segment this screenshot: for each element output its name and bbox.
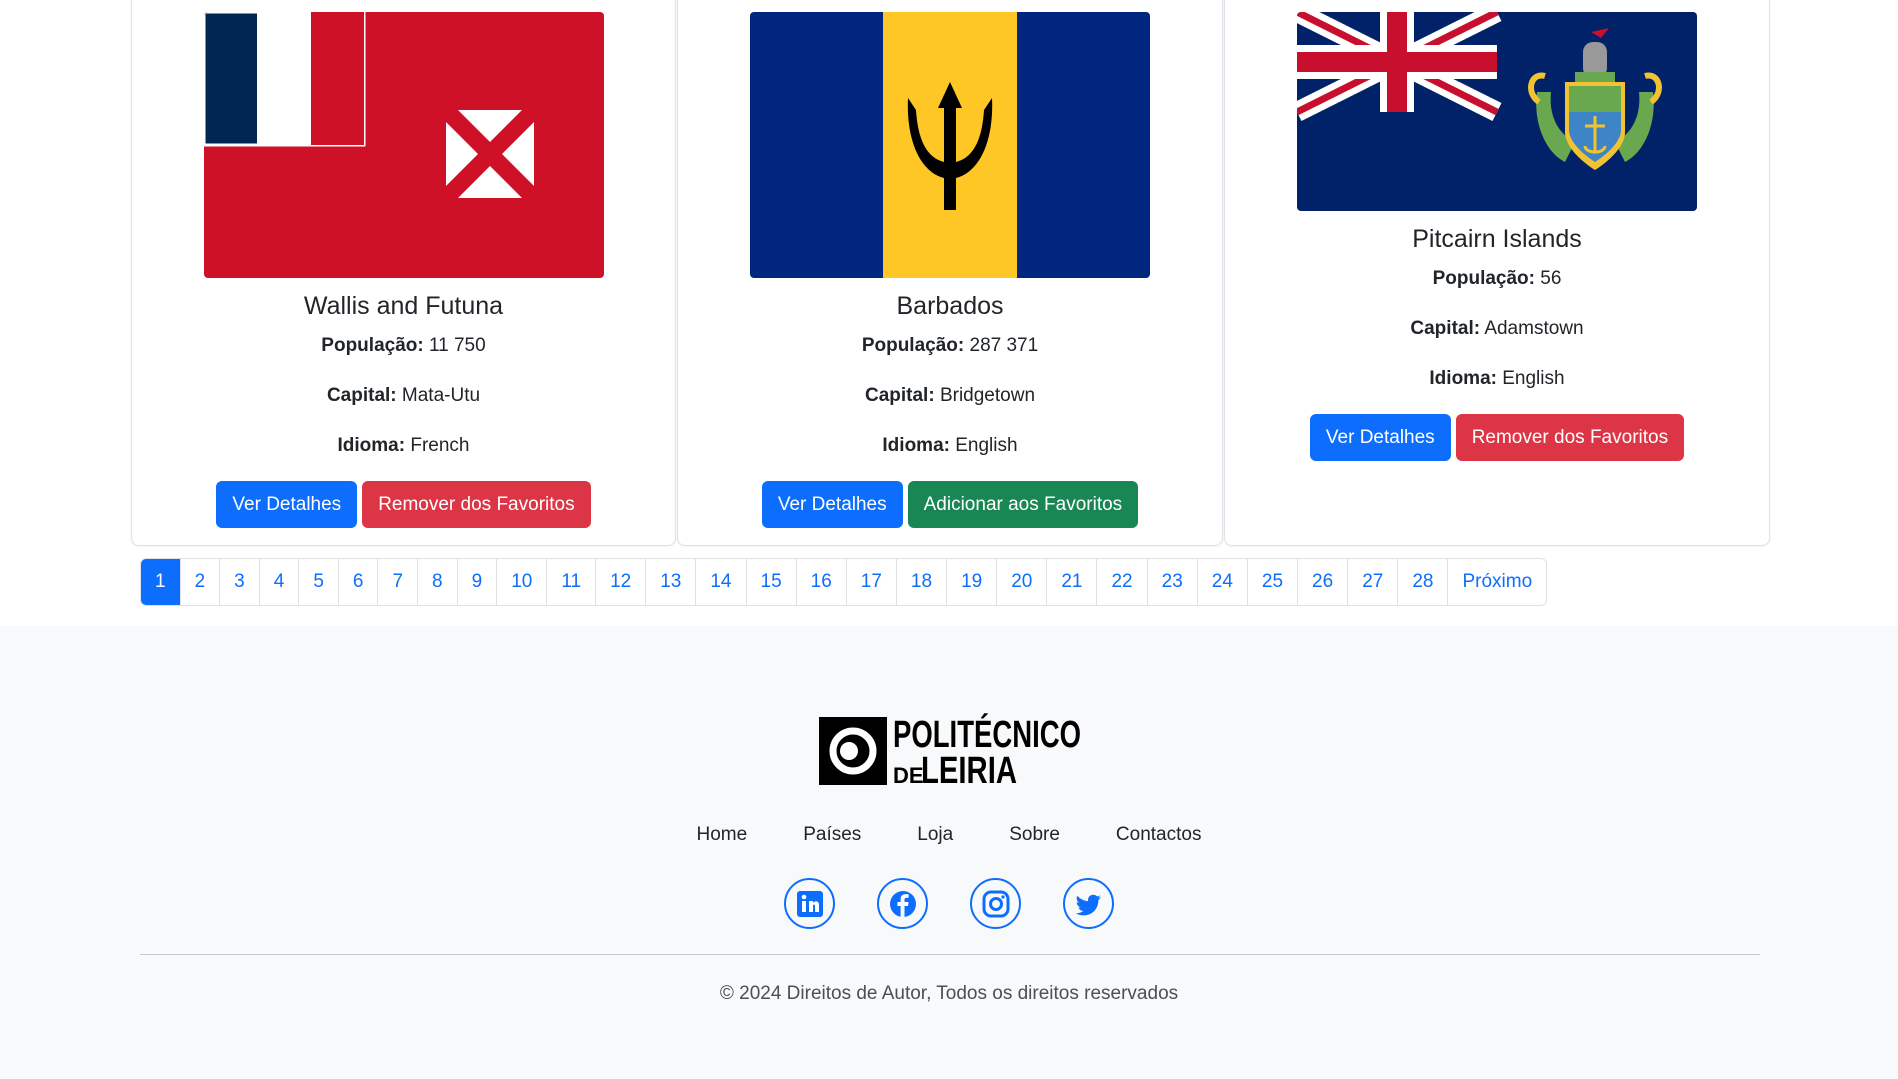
page-link-12[interactable]: 12 [595,559,645,605]
population-line: População: 287 371 [678,335,1222,357]
remove-favorite-button[interactable]: Remover dos Favoritos [362,481,591,528]
logo-text-de: DE [893,763,924,785]
page-link-2[interactable]: 2 [179,559,220,605]
page-link-7[interactable]: 7 [377,559,417,605]
language-value: French [410,435,470,456]
language-line: Idioma: English [1225,368,1769,390]
population-label: População: [861,335,965,356]
footer-divider [140,954,1760,955]
page-link-14[interactable]: 14 [695,559,745,605]
politecnico-leiria-logo[interactable]: POLITÉCNICO DE LEIRIA [819,709,1083,792]
facebook-icon[interactable] [877,878,928,929]
capital-value: Adamstown [1484,318,1584,339]
population-label: População: [1432,268,1535,289]
view-details-button[interactable]: Ver Detalhes [761,481,903,528]
page-link-13[interactable]: 13 [645,559,695,605]
population-line: População: 56 [1225,268,1769,290]
social-links [0,878,1898,929]
page-link-8[interactable]: 8 [417,559,457,605]
site-footer: POLITÉCNICO DE LEIRIA Home Países Loja S… [0,626,1898,1079]
page-link-20[interactable]: 20 [996,559,1046,605]
copyright-text: © 2024 Direitos de Autor, Todos os direi… [719,983,1179,1004]
card-actions: Ver Detalhes Adicionar aos Favoritos [678,481,1222,528]
capital-value: Mata-Utu [401,385,481,406]
language-label: Idioma: [337,435,406,456]
language-value: English [1502,368,1565,389]
language-label: Idioma: [1429,368,1497,389]
population-line: População: 11 750 [132,335,675,357]
page-link-5[interactable]: 5 [298,559,338,605]
population-value: 56 [1540,268,1562,289]
flag-pitcairn-islands [1297,12,1697,211]
capital-label: Capital: [1410,318,1481,339]
page-link-24[interactable]: 24 [1196,559,1247,605]
linkedin-icon[interactable] [784,878,835,929]
capital-line: Capital: Bridgetown [678,385,1222,407]
page-link-25[interactable]: 25 [1246,559,1297,605]
instagram-icon[interactable] [970,878,1021,929]
page-link-27[interactable]: 27 [1347,559,1397,605]
population-value: 11 750 [428,335,486,356]
pagination: 1 2 3 4 5 6 7 8 9 10 11 12 13 14 15 16 17 18 19 20 21 22 23 24 2… [140,558,1548,606]
population-label: População: [321,335,424,356]
language-label: Idioma: [882,435,950,456]
footer-link-sobre[interactable]: Sobre [981,824,1088,846]
add-favorite-button[interactable]: Adicionar aos Favoritos [907,481,1139,528]
page-link-1[interactable]: 1 [141,559,180,605]
page-link-16[interactable]: 16 [795,559,846,605]
capital-value: Bridgetown [939,385,1036,406]
country-card: Pitcairn Islands População: 56 Capital: … [1224,0,1770,546]
language-line: Idioma: English [678,435,1222,457]
footer-nav: Home Países Loja Sobre Contactos [0,824,1898,846]
country-name: Pitcairn Islands [1412,225,1582,253]
country-card: Wallis and Futuna População: 11 750 Capi… [131,0,676,546]
twitter-icon[interactable] [1063,878,1114,929]
page-link-18[interactable]: 18 [895,559,946,605]
view-details-button[interactable]: Ver Detalhes [216,481,358,528]
page-link-6[interactable]: 6 [337,559,378,605]
population-value: 287 371 [969,335,1039,356]
country-name: Wallis and Futuna [303,292,504,320]
flag-wallis-and-futuna [204,12,604,278]
card-actions: Ver Detalhes Remover dos Favoritos [1225,414,1769,461]
page-link-22[interactable]: 22 [1096,559,1146,605]
country-name: Barbados [896,292,1004,320]
footer-link-loja[interactable]: Loja [889,824,981,846]
capital-label: Capital: [864,385,935,406]
language-value: English [955,435,1018,456]
language-line: Idioma: French [132,435,675,457]
page-link-21[interactable]: 21 [1046,559,1096,605]
footer-link-paises[interactable]: Países [775,824,889,846]
page-link-10[interactable]: 10 [496,559,546,605]
capital-line: Capital: Mata-Utu [132,385,675,407]
flag-barbados [750,12,1150,278]
footer-link-contactos[interactable]: Contactos [1088,824,1230,846]
remove-favorite-button[interactable]: Remover dos Favoritos [1455,414,1685,461]
view-details-button[interactable]: Ver Detalhes [1309,414,1451,461]
page-link-19[interactable]: 19 [946,559,996,605]
page-next-link[interactable]: Próximo [1447,559,1546,605]
page-link-11[interactable]: 11 [546,559,595,605]
page-link-9[interactable]: 9 [456,559,497,605]
country-card: Barbados População: 287 371 Capital: Bri… [677,0,1223,546]
page-link-4[interactable]: 4 [258,559,299,605]
page-link-23[interactable]: 23 [1146,559,1197,605]
capital-label: Capital: [326,385,397,406]
capital-line: Capital: Adamstown [1225,318,1769,340]
page-link-15[interactable]: 15 [745,559,796,605]
page-link-3[interactable]: 3 [219,559,259,605]
page-link-17[interactable]: 17 [845,559,896,605]
page-link-28[interactable]: 28 [1397,559,1447,605]
footer-link-home[interactable]: Home [669,824,776,846]
logo-text-line2: LEIRIA [921,750,1017,785]
card-actions: Ver Detalhes Remover dos Favoritos [132,481,675,528]
country-cards-row: Wallis and Futuna População: 11 750 Capi… [131,0,1770,546]
page-link-26[interactable]: 26 [1297,559,1347,605]
